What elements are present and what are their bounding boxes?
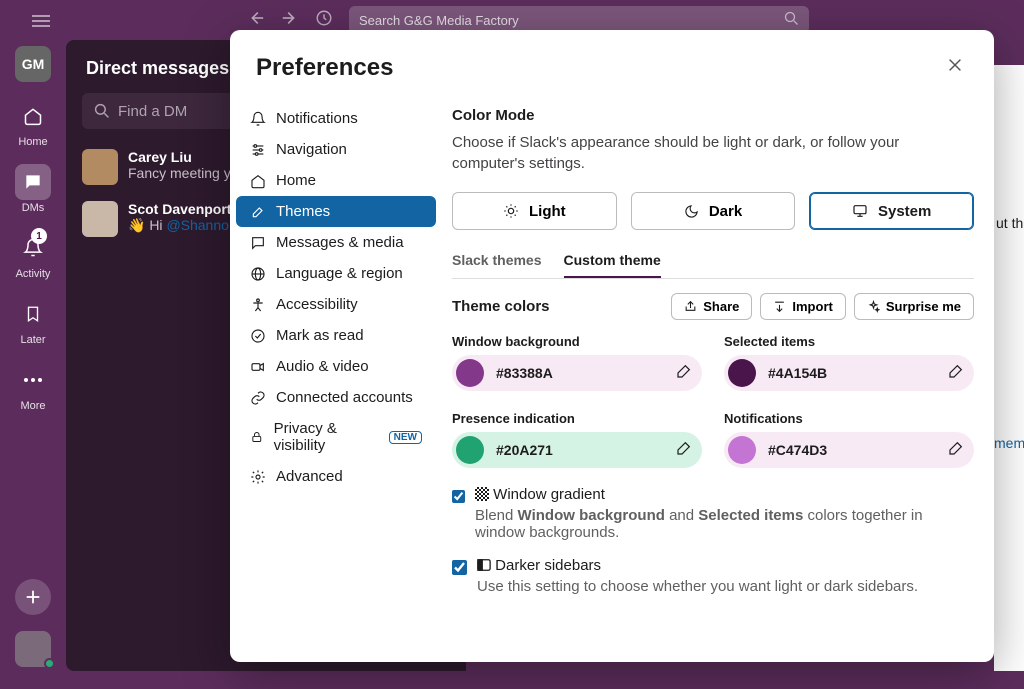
- search-icon: [784, 11, 799, 29]
- rail-home[interactable]: Home: [15, 98, 51, 148]
- preferences-modal: Preferences Notifications Navigation Hom…: [230, 30, 994, 662]
- close-button[interactable]: [942, 52, 968, 83]
- search-icon: [94, 103, 110, 119]
- rail-dms[interactable]: DMs: [15, 164, 51, 214]
- nav-navigation[interactable]: Navigation: [236, 134, 436, 165]
- swatch: [456, 359, 484, 387]
- new-badge: NEW: [389, 431, 422, 444]
- mode-light-button[interactable]: Light: [452, 192, 617, 230]
- swatch: [456, 436, 484, 464]
- sliders-icon: [250, 142, 266, 158]
- color-notifications[interactable]: #C474D3: [724, 432, 974, 468]
- menu-icon[interactable]: [32, 14, 50, 32]
- sidebar-icon: [477, 558, 491, 576]
- chat-icon: [250, 235, 266, 251]
- rail-more[interactable]: More: [15, 362, 51, 412]
- bell-icon: [250, 111, 266, 127]
- monitor-icon: [852, 203, 868, 219]
- nav-connected-accounts[interactable]: Connected accounts: [236, 382, 436, 413]
- nav-advanced[interactable]: Advanced: [236, 461, 436, 492]
- gear-icon: [250, 469, 266, 485]
- color-selected-items[interactable]: #4A154B: [724, 355, 974, 391]
- gradient-icon: [475, 487, 489, 505]
- video-icon: [250, 359, 266, 375]
- color-label: Selected items: [724, 334, 974, 349]
- color-mode-heading: Color Mode: [452, 107, 974, 124]
- edit-icon[interactable]: [676, 440, 692, 460]
- color-label: Presence indication: [452, 411, 702, 426]
- history-icon[interactable]: [315, 9, 333, 32]
- darker-title: Darker sidebars: [495, 557, 601, 574]
- tab-custom-theme[interactable]: Custom theme: [564, 252, 661, 278]
- mode-dark-button[interactable]: Dark: [631, 192, 796, 230]
- background-content: ut th mem: [994, 65, 1024, 671]
- moon-icon: [684, 204, 699, 219]
- share-icon: [684, 300, 697, 313]
- import-button[interactable]: Import: [760, 293, 845, 320]
- forward-icon[interactable]: [281, 9, 299, 32]
- theme-colors-heading: Theme colors: [452, 298, 550, 315]
- rail-later[interactable]: Later: [15, 296, 51, 346]
- globe-icon: [250, 266, 266, 282]
- compose-button[interactable]: [15, 579, 51, 615]
- color-label: Notifications: [724, 411, 974, 426]
- nav-audio-video[interactable]: Audio & video: [236, 351, 436, 382]
- nav-mark-as-read[interactable]: Mark as read: [236, 320, 436, 351]
- back-icon[interactable]: [247, 9, 265, 32]
- brush-icon: [250, 204, 266, 220]
- nav-home[interactable]: Home: [236, 165, 436, 196]
- window-gradient-checkbox[interactable]: [452, 489, 465, 504]
- edit-icon[interactable]: [948, 363, 964, 383]
- darker-sidebars-checkbox[interactable]: [452, 560, 467, 575]
- edit-icon[interactable]: [948, 440, 964, 460]
- workspace-badge[interactable]: GM: [15, 46, 51, 82]
- color-presence[interactable]: #20A271: [452, 432, 702, 468]
- nav-messages-media[interactable]: Messages & media: [236, 227, 436, 258]
- nav-notifications[interactable]: Notifications: [236, 103, 436, 134]
- accessibility-icon: [250, 297, 266, 313]
- color-mode-desc: Choose if Slack's appearance should be l…: [452, 132, 974, 174]
- mode-system-button[interactable]: System: [809, 192, 974, 230]
- nav-privacy-visibility[interactable]: Privacy & visibilityNEW: [236, 413, 436, 461]
- darker-desc: Use this setting to choose whether you w…: [477, 578, 918, 595]
- edit-icon[interactable]: [676, 363, 692, 383]
- modal-title: Preferences: [256, 54, 393, 82]
- nav-language-region[interactable]: Language & region: [236, 258, 436, 289]
- link-icon: [250, 390, 266, 406]
- rail-activity[interactable]: 1 Activity: [15, 230, 51, 280]
- avatar: [82, 201, 118, 237]
- sun-icon: [503, 203, 519, 219]
- mention[interactable]: @Shanno: [166, 217, 228, 233]
- avatar: [82, 149, 118, 185]
- share-button[interactable]: Share: [671, 293, 752, 320]
- tab-slack-themes[interactable]: Slack themes: [452, 252, 542, 278]
- color-label: Window background: [452, 334, 702, 349]
- nav-accessibility[interactable]: Accessibility: [236, 289, 436, 320]
- swatch: [728, 359, 756, 387]
- sparkle-icon: [867, 300, 880, 313]
- color-window-bg[interactable]: #83388A: [452, 355, 702, 391]
- home-icon: [250, 173, 266, 189]
- gradient-title: Window gradient: [493, 486, 605, 503]
- check-icon: [250, 328, 266, 344]
- surprise-button[interactable]: Surprise me: [854, 293, 974, 320]
- activity-badge: 1: [31, 228, 47, 244]
- import-icon: [773, 300, 786, 313]
- nav-themes[interactable]: Themes: [236, 196, 436, 227]
- swatch: [728, 436, 756, 464]
- lock-icon: [250, 429, 264, 445]
- search-placeholder: Search G&G Media Factory: [359, 13, 519, 28]
- gradient-desc: Blend Window background and Selected ite…: [475, 507, 974, 541]
- presence-indicator: [44, 658, 55, 669]
